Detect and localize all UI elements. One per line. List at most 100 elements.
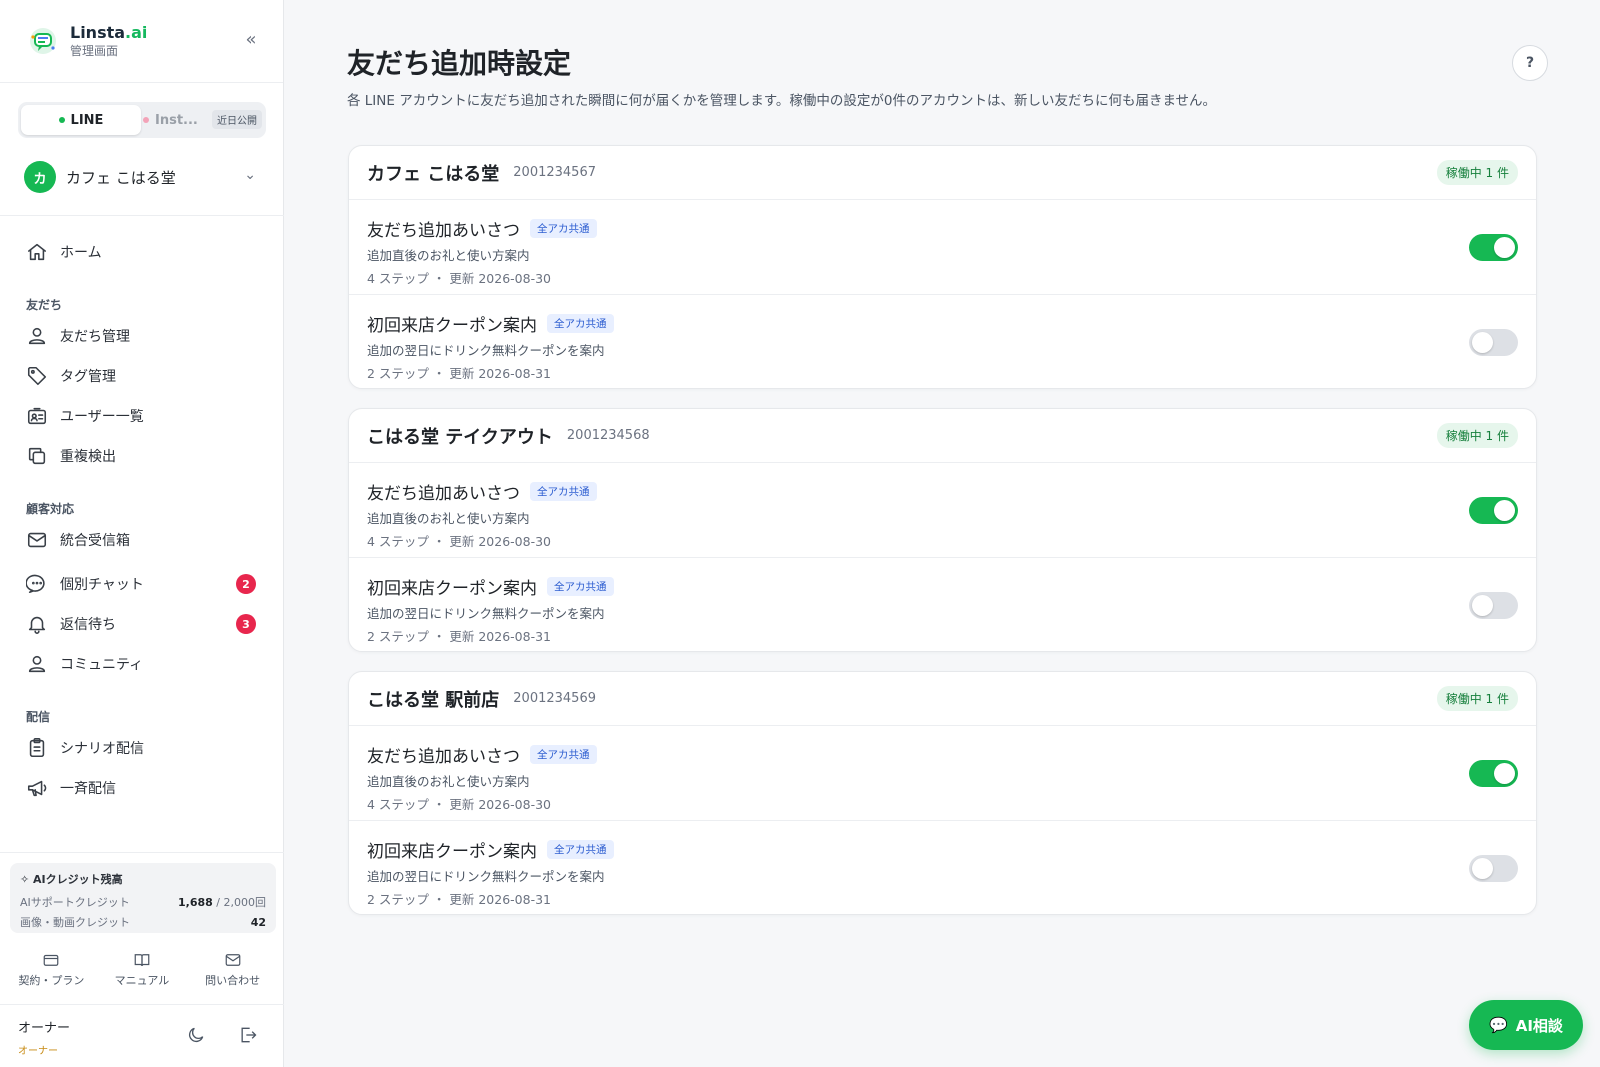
account-card: こはる堂 テイクアウト 2001234568 稼働中 1 件友だち追加あいさつ 全アカ… bbox=[348, 408, 1537, 652]
setting-title-line: 友だち追加あいさつ 全アカ共通 bbox=[367, 742, 1518, 767]
bell-icon bbox=[28, 616, 46, 634]
account-selector[interactable]: カ カフェ こはる堂 ⌄ bbox=[24, 161, 264, 193]
status-badge: 稼働中 1 件 bbox=[1436, 423, 1518, 448]
setting-title-line: 初回来店クーポン案内 全アカ共通 bbox=[367, 837, 1518, 862]
setting-title: 友だち追加あいさつ bbox=[367, 484, 520, 504]
sidebar-item-friends[interactable]: 友だち管理 bbox=[0, 316, 284, 356]
manual-link-label: マニュアル bbox=[114, 974, 170, 987]
credit-row-media: 画像・動画クレジット 42 bbox=[20, 913, 266, 933]
chat-bubble-icon bbox=[26, 574, 45, 594]
sidebar-item-community[interactable]: コミュニティ bbox=[0, 644, 284, 684]
enable-toggle[interactable] bbox=[1469, 855, 1518, 882]
channel-tab-instagram[interactable]: Inst... bbox=[143, 105, 198, 135]
collapse-sidebar-icon[interactable]: « bbox=[241, 30, 261, 50]
sidebar-item-tags[interactable]: タグ管理 bbox=[0, 356, 284, 396]
enable-toggle[interactable] bbox=[1469, 592, 1518, 619]
scope-tag: 全アカ共通 bbox=[530, 482, 597, 501]
credit-title: ✧ AIクレジット残高 bbox=[20, 871, 266, 887]
sidebar-item-label: 統合受信箱 bbox=[60, 533, 130, 549]
brand-subtitle: 管理画面 bbox=[70, 44, 119, 58]
id-card-icon bbox=[27, 407, 47, 425]
mail-icon bbox=[27, 532, 47, 548]
enable-toggle[interactable] bbox=[1469, 497, 1518, 524]
account-card: カフェ こはる堂 2001234567 稼働中 1 件友だち追加あいさつ 全アカ共通追… bbox=[348, 145, 1537, 389]
manual-link[interactable]: マニュアル bbox=[102, 951, 182, 988]
setting-row[interactable]: 初回来店クーポン案内 全アカ共通 追加の翌日にドリンク無料クーポンを案内 2 ステップ… bbox=[349, 294, 1536, 388]
sidebar-item-scenario[interactable]: シナリオ配信 bbox=[0, 728, 284, 768]
sidebar-item-duplicates[interactable]: 重複検出 bbox=[0, 436, 284, 476]
nav-section-friends: 友だち bbox=[26, 298, 63, 312]
brand-name: Linsta.ai bbox=[70, 23, 147, 43]
credit-card-icon bbox=[43, 954, 59, 966]
sidebar-item-broadcast[interactable]: 一斉配信 bbox=[0, 768, 284, 808]
enable-toggle[interactable] bbox=[1469, 760, 1518, 787]
sidebar-item-label: 重複検出 bbox=[60, 449, 116, 465]
scope-tag: 全アカ共通 bbox=[530, 745, 597, 764]
nav-section-support: 顧客対応 bbox=[26, 502, 75, 516]
credit-support-value-wrap: 1,688 / 2,000回 bbox=[178, 893, 266, 913]
ai-consult-label: AI相談 bbox=[1515, 1016, 1563, 1035]
setting-description: 追加の翌日にドリンク無料クーポンを案内 bbox=[367, 343, 605, 358]
sidebar-item-chat[interactable]: 個別チャット 2 bbox=[0, 564, 284, 604]
sidebar-item-inbox[interactable]: 統合受信箱 bbox=[0, 520, 284, 560]
channel-instagram-label: Inst... bbox=[155, 112, 198, 128]
page-subtitle: 各 LINE アカウントに友だち追加された瞬間に何が届くかを管理します。稼働中の… bbox=[347, 93, 1217, 109]
setting-title: 初回来店クーポン案内 bbox=[367, 842, 537, 862]
setting-title-line: 友だち追加あいさつ 全アカ共通 bbox=[367, 479, 1518, 504]
account-card-id: 2001234567 bbox=[513, 165, 596, 180]
setting-row[interactable]: 友だち追加あいさつ 全アカ共通 追加直後のお礼と使い方案内 4 ステップ ・ 更新 2… bbox=[349, 200, 1536, 294]
chat-bubble-icon: 💬 bbox=[1489, 1016, 1508, 1034]
sidebar-item-waiting[interactable]: 返信待ち 3 bbox=[0, 604, 284, 644]
plan-link[interactable]: 契約・プラン bbox=[11, 951, 91, 988]
coming-soon-badge: 近日公開 bbox=[212, 110, 262, 129]
line-dot-icon bbox=[58, 117, 65, 123]
nav-section-delivery: 配信 bbox=[26, 710, 51, 724]
logout-icon[interactable] bbox=[238, 1025, 258, 1045]
status-badge: 稼働中 1 件 bbox=[1436, 686, 1518, 711]
channel-tab-line[interactable]: LINE bbox=[21, 105, 141, 135]
account-card-name: カフェ こはる堂 bbox=[367, 163, 500, 185]
users-icon bbox=[28, 327, 46, 345]
credit-title-label: AIクレジット残高 bbox=[33, 873, 123, 886]
sidebar-item-label: 返信待ち bbox=[60, 617, 116, 633]
toggle-knob bbox=[1472, 332, 1493, 353]
setting-meta: 2 ステップ ・ 更新 2026-08-31 bbox=[367, 629, 551, 644]
sidebar-nav: ホーム 友だち 友だち管理 タグ管理 ユーザー一覧 重複検出 顧客対応 統合受信… bbox=[0, 232, 284, 852]
sidebar-item-home[interactable]: ホーム bbox=[0, 232, 284, 272]
enable-toggle[interactable] bbox=[1469, 329, 1518, 356]
moon-icon[interactable] bbox=[186, 1025, 206, 1045]
setting-title: 友だち追加あいさつ bbox=[367, 747, 520, 767]
ai-consult-button[interactable]: 💬 AI相談 bbox=[1469, 1000, 1583, 1050]
sidebar-item-label: タグ管理 bbox=[60, 369, 116, 385]
sidebar-divider bbox=[0, 215, 284, 216]
toggle-knob bbox=[1494, 500, 1515, 521]
setting-row[interactable]: 初回来店クーポン案内 全アカ共通 追加の翌日にドリンク無料クーポンを案内 2 ステップ… bbox=[349, 820, 1536, 914]
plan-link-label: 契約・プラン bbox=[18, 974, 85, 987]
sidebar-item-users[interactable]: ユーザー一覧 bbox=[0, 396, 284, 436]
tag-icon bbox=[27, 366, 47, 386]
contact-link[interactable]: 問い合わせ bbox=[193, 951, 273, 988]
sidebar-item-label: 一斉配信 bbox=[60, 781, 116, 797]
setting-meta: 4 ステップ ・ 更新 2026-08-30 bbox=[367, 534, 551, 549]
setting-row[interactable]: 友だち追加あいさつ 全アカ共通 追加直後のお礼と使い方案内 4 ステップ ・ 更新 2… bbox=[349, 726, 1536, 820]
brand-name-main: Linsta bbox=[70, 23, 126, 42]
sidebar: Linsta.ai 管理画面 « LINE Inst... 近日公開 カ カフェ… bbox=[0, 0, 284, 1067]
copy-icon bbox=[28, 447, 46, 465]
ai-credit-panel: ✧ AIクレジット残高 AIサポートクレジット 1,688 / 2,000回 画… bbox=[10, 863, 276, 933]
setting-row[interactable]: 初回来店クーポン案内 全アカ共通 追加の翌日にドリンク無料クーポンを案内 2 ステップ… bbox=[349, 557, 1536, 651]
account-card-header: こはる堂 駅前店 2001234569 稼働中 1 件 bbox=[349, 672, 1536, 726]
book-icon bbox=[134, 954, 150, 967]
envelope-icon bbox=[225, 954, 240, 966]
setting-row[interactable]: 友だち追加あいさつ 全アカ共通 追加直後のお礼と使い方案内 4 ステップ ・ 更新 2… bbox=[349, 463, 1536, 557]
enable-toggle[interactable] bbox=[1469, 234, 1518, 261]
help-button[interactable]: ? bbox=[1512, 45, 1548, 81]
setting-description: 追加直後のお礼と使い方案内 bbox=[367, 774, 530, 789]
scope-tag: 全アカ共通 bbox=[547, 577, 614, 596]
footer-links: 契約・プラン マニュアル 問い合わせ bbox=[0, 933, 284, 988]
toggle-knob bbox=[1472, 595, 1493, 616]
setting-title: 友だち追加あいさつ bbox=[367, 221, 520, 241]
sidebar-item-label: 友だち管理 bbox=[60, 329, 130, 345]
credit-row-support: AIサポートクレジット 1,688 / 2,000回 bbox=[20, 893, 266, 913]
setting-description: 追加直後のお礼と使い方案内 bbox=[367, 511, 530, 526]
credit-media-label: 画像・動画クレジット bbox=[20, 916, 130, 929]
